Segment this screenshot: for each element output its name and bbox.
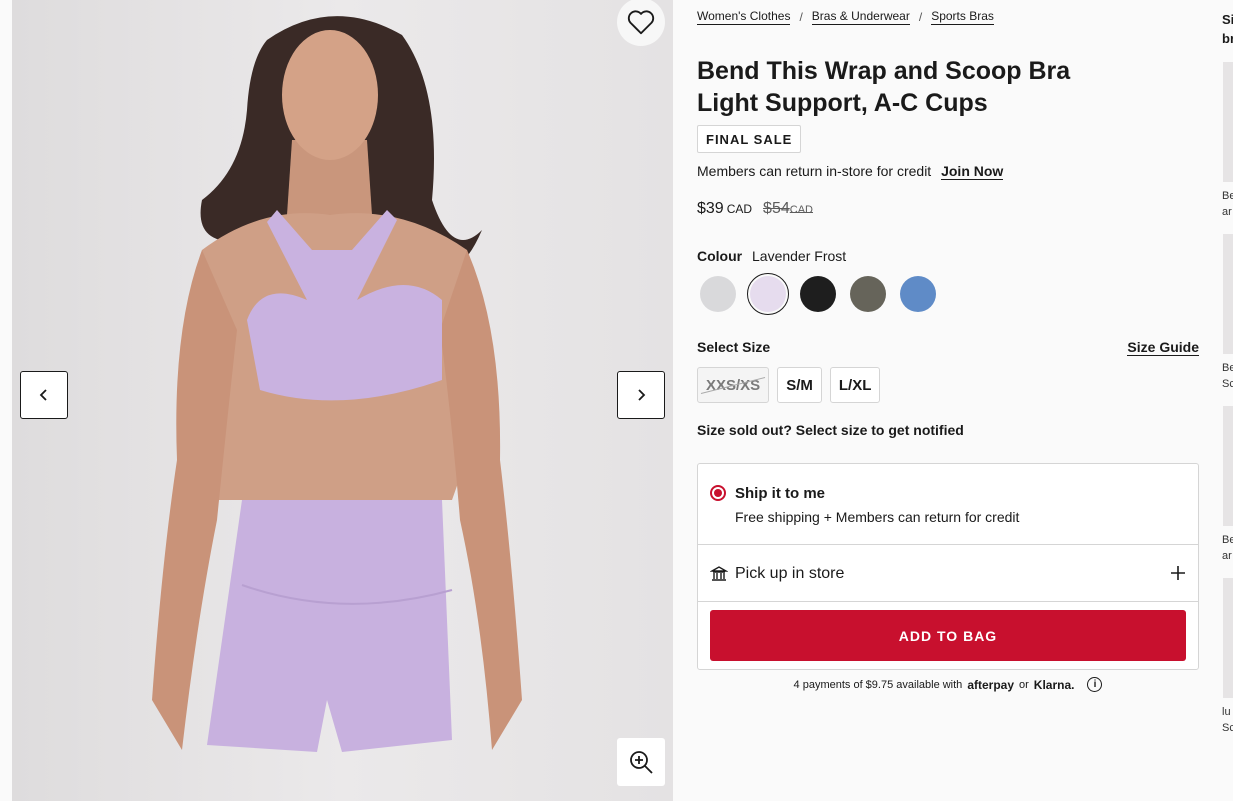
colour-swatches xyxy=(697,273,947,315)
size-guide-link[interactable]: Size Guide xyxy=(1127,339,1199,356)
breadcrumb-womens-clothes[interactable]: Women's Clothes xyxy=(697,9,791,25)
ship-subtitle: Free shipping + Members can return for c… xyxy=(735,509,1020,525)
pickup-title: Pick up in store xyxy=(735,565,845,582)
swatch-blue[interactable] xyxy=(897,273,939,315)
members-note: Members can return in-store for credit J… xyxy=(697,163,1004,180)
pay-later-or: or xyxy=(1019,678,1029,691)
rail-thumbnail[interactable] xyxy=(1223,234,1233,354)
rail-thumbnail[interactable] xyxy=(1223,62,1233,182)
original-price-currency: CAD xyxy=(789,204,813,216)
plus-icon[interactable] xyxy=(1170,565,1186,581)
original-price: $54CAD xyxy=(763,200,813,218)
sale-price: $39 xyxy=(697,200,724,217)
colour-selected-name: Lavender Frost xyxy=(752,248,847,264)
recommendations-rail: Si br Be ar Be Sc Be ar lu Sc xyxy=(1222,0,1233,801)
size-options: XXS/XS S/M L/XL xyxy=(697,367,888,403)
swatch-dot xyxy=(850,276,886,312)
size-sold-out-message: Size sold out? Select size to get notifi… xyxy=(697,422,964,438)
product-title: Bend This Wrap and Scoop Bra Light Suppo… xyxy=(697,55,1117,119)
product-image xyxy=(12,0,673,801)
rail-item-text[interactable]: Be Sc xyxy=(1222,360,1233,392)
swatch-dot xyxy=(800,276,836,312)
join-now-link[interactable]: Join Now xyxy=(941,163,1004,180)
product-gallery xyxy=(12,0,673,801)
members-text: Members can return in-store for credit xyxy=(697,163,932,179)
rail-heading: Si br xyxy=(1222,12,1233,46)
breadcrumb-bras-underwear[interactable]: Bras & Underwear xyxy=(811,9,910,25)
radio-dot xyxy=(714,489,722,497)
store-icon xyxy=(710,566,728,581)
swatch-black[interactable] xyxy=(797,273,839,315)
sale-price-currency: CAD xyxy=(726,202,753,216)
add-to-bag-button[interactable]: ADD TO BAG xyxy=(710,610,1186,661)
swatch-dot xyxy=(700,276,736,312)
rail-thumbnail[interactable] xyxy=(1223,406,1233,526)
final-sale-badge: FINAL SALE xyxy=(697,125,802,153)
heart-icon xyxy=(627,10,655,35)
fulfillment-box: Ship it to me Free shipping + Members ca… xyxy=(697,463,1199,670)
swatch-dot xyxy=(750,276,786,312)
breadcrumb-sports-bras[interactable]: Sports Bras xyxy=(931,9,994,25)
product-title-line1: Bend This Wrap and Scoop Bra xyxy=(697,57,1071,85)
size-l-xl-button[interactable]: L/XL xyxy=(829,367,881,403)
size-s-m-button[interactable]: S/M xyxy=(777,367,822,403)
breadcrumb-separator: / xyxy=(918,10,923,24)
select-size-label: Select Size xyxy=(697,339,771,355)
breadcrumb: Women's Clothes / Bras & Underwear / Spo… xyxy=(697,9,994,25)
breadcrumb-separator: / xyxy=(799,10,803,24)
zoom-in-icon xyxy=(630,751,653,774)
chevron-left-icon xyxy=(39,389,47,401)
pay-later-text: 4 payments of $9.75 available with xyxy=(793,678,963,691)
info-icon[interactable]: i xyxy=(1087,677,1103,692)
pickup-option[interactable]: Pick up in store xyxy=(698,545,1198,602)
swatch-lavender-frost[interactable] xyxy=(747,273,789,315)
colour-row: Colour Lavender Frost xyxy=(697,248,846,264)
swatch-olive-grey[interactable] xyxy=(847,273,889,315)
rail-item-text[interactable]: Be ar xyxy=(1222,532,1233,564)
wishlist-button[interactable] xyxy=(617,0,665,46)
swatch-light-grey[interactable] xyxy=(697,273,739,315)
swatch-dot xyxy=(900,276,936,312)
zoom-button[interactable] xyxy=(617,738,665,786)
price: $39 CAD $54CAD xyxy=(697,200,813,218)
gallery-next-button[interactable] xyxy=(617,371,665,419)
gallery-prev-button[interactable] xyxy=(20,371,68,419)
ship-radio[interactable] xyxy=(710,485,726,501)
rail-thumbnail[interactable] xyxy=(1223,578,1233,698)
chevron-right-icon xyxy=(638,389,646,401)
ship-title: Ship it to me xyxy=(735,485,825,502)
ship-it-option[interactable]: Ship it to me Free shipping + Members ca… xyxy=(698,464,1198,545)
product-title-line2: Light Support, A-C Cups xyxy=(697,89,988,117)
pay-later-info: 4 payments of $9.75 available with after… xyxy=(697,677,1199,692)
rail-item-text[interactable]: lu Sc xyxy=(1222,704,1233,736)
klarna-logo: Klarna. xyxy=(1033,677,1075,692)
original-price-value: $54 xyxy=(763,200,790,217)
rail-item-text[interactable]: Be ar xyxy=(1222,188,1233,220)
colour-label: Colour xyxy=(697,248,743,264)
size-xxs-xs-button[interactable]: XXS/XS xyxy=(697,367,770,403)
afterpay-logo: afterpay xyxy=(967,677,1014,692)
